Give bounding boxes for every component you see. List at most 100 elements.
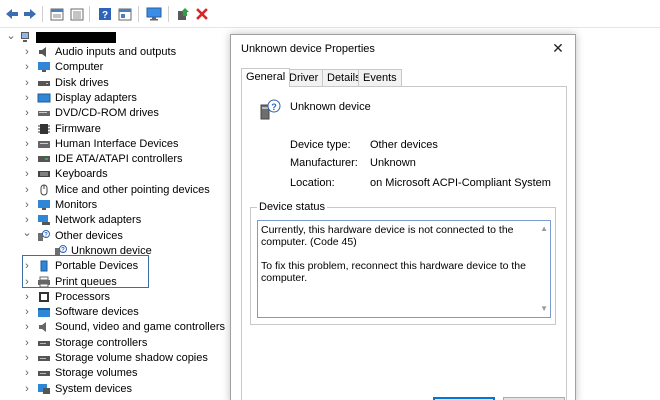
computer-icon <box>20 31 34 43</box>
chevron-right-icon[interactable]: › <box>22 60 32 75</box>
tree-item-label: Computer <box>55 61 104 73</box>
tree-item-label: Storage volumes <box>55 367 138 379</box>
tree-item[interactable]: › Mice and other pointing devices <box>0 183 232 198</box>
location-value: on Microsoft ACPI-Compliant System <box>370 177 551 189</box>
tree-item-label: Network adapters <box>55 214 142 226</box>
help-icon[interactable]: ? <box>97 6 113 22</box>
chevron-right-icon[interactable]: › <box>22 137 32 152</box>
update-driver-icon[interactable] <box>175 6 191 22</box>
system-icon <box>37 383 51 395</box>
close-icon[interactable]: ✕ <box>549 39 567 57</box>
chevron-right-icon[interactable]: › <box>22 106 32 121</box>
tree-item[interactable]: › Display adapters <box>0 91 232 106</box>
chevron-right-icon[interactable]: › <box>22 305 32 320</box>
manufacturer-label: Manufacturer: <box>290 157 358 169</box>
chevron-right-icon[interactable]: › <box>22 76 32 91</box>
tab-general[interactable]: General <box>241 68 291 87</box>
monitor-icon[interactable] <box>146 6 162 22</box>
tree-item-label: Monitors <box>55 199 98 211</box>
tree-item[interactable]: › Sound, video and game controllers <box>0 320 232 335</box>
tree-item-label: Software devices <box>55 306 139 318</box>
tree-item-label: System devices <box>55 383 133 395</box>
tree-item[interactable]: › Processors <box>0 290 232 305</box>
scroll-up-icon[interactable]: ▲ <box>540 223 548 235</box>
svg-text:?: ? <box>44 233 48 239</box>
tree-item[interactable]: › Storage volumes <box>0 366 232 381</box>
chevron-right-icon[interactable]: › <box>22 122 32 137</box>
tree-item[interactable]: ⌄? Other devices <box>0 226 232 244</box>
monitor-icon <box>37 199 51 211</box>
device-status-group: Device status Currently, this hardware d… <box>250 201 556 325</box>
back-icon[interactable] <box>4 6 20 22</box>
computer-icon <box>37 61 51 73</box>
chevron-right-icon[interactable]: › <box>22 198 32 213</box>
device-status-legend: Device status <box>257 201 328 214</box>
chevron-right-icon[interactable]: › <box>22 290 32 305</box>
tree-root[interactable]: ⌄ <box>0 30 120 45</box>
chevron-right-icon[interactable]: › <box>22 45 32 60</box>
action-pane-icon[interactable] <box>117 6 133 22</box>
hid-icon <box>37 138 51 150</box>
properties-icon[interactable] <box>49 6 65 22</box>
storage-icon <box>37 352 51 364</box>
chevron-right-icon[interactable]: › <box>22 366 32 381</box>
toolbar-separator <box>42 6 43 22</box>
uninstall-icon[interactable] <box>194 6 210 22</box>
tree-item-label: Keyboards <box>55 168 108 180</box>
tree-item[interactable]: › Keyboards <box>0 167 232 182</box>
tree-item-label: Disk drives <box>55 77 109 89</box>
tree-item[interactable]: › Audio inputs and outputs <box>0 45 232 60</box>
tree-item[interactable]: › Human Interface Devices <box>0 137 232 152</box>
tree-item[interactable]: › Software devices <box>0 305 232 320</box>
tree-item[interactable]: › Network adapters <box>0 213 232 228</box>
svg-text:?: ? <box>102 10 108 21</box>
chevron-right-icon[interactable]: › <box>22 351 32 366</box>
chevron-down-icon[interactable]: ⌄ <box>22 226 32 241</box>
tree-item[interactable]: › Monitors <box>0 198 232 213</box>
chevron-right-icon[interactable]: › <box>22 336 32 351</box>
tree-item[interactable]: › IDE ATA/ATAPI controllers <box>0 152 232 167</box>
toolbar: ? <box>0 0 660 28</box>
chevron-right-icon[interactable]: › <box>22 91 32 106</box>
dialog-title: Unknown device Properties <box>241 43 375 55</box>
device-name: Unknown device <box>290 101 371 113</box>
toolbar-separator <box>138 6 139 22</box>
tree-item[interactable]: › Storage volume shadow copies <box>0 351 232 366</box>
speaker-icon <box>37 46 51 58</box>
tree-item[interactable]: › Storage controllers <box>0 336 232 351</box>
tree-item-label: Mice and other pointing devices <box>55 184 210 196</box>
chevron-right-icon[interactable]: › <box>22 382 32 397</box>
tree-item[interactable]: › Firmware <box>0 122 232 137</box>
status-message: Currently, this hardware device is not c… <box>261 224 514 248</box>
general-tab-pane: ? Unknown device Device type: Other devi… <box>241 86 567 400</box>
chevron-right-icon[interactable]: › <box>22 167 32 182</box>
tree-item-label: IDE ATA/ATAPI controllers <box>55 153 183 165</box>
tree-item-label: DVD/CD-ROM drives <box>55 107 159 119</box>
display-icon <box>37 92 51 104</box>
device-type-value: Other devices <box>370 139 438 151</box>
svg-text:?: ? <box>271 102 277 112</box>
disk-icon <box>37 77 51 89</box>
selected-category-outline <box>22 255 149 288</box>
chevron-right-icon[interactable]: › <box>22 152 32 167</box>
sound-icon <box>37 321 51 333</box>
chevron-right-icon[interactable]: › <box>22 183 32 198</box>
toolbar-separator <box>89 6 90 22</box>
tree-item[interactable]: › Computer <box>0 60 232 75</box>
redacted-computer-name <box>36 32 116 43</box>
dvd-icon <box>37 107 51 119</box>
show-hidden-icon[interactable] <box>69 6 85 22</box>
mouse-icon <box>37 184 51 196</box>
software-icon <box>37 306 51 318</box>
tree-item-label: Firmware <box>55 123 101 135</box>
forward-icon[interactable] <box>22 6 38 22</box>
tab-events[interactable]: Events <box>358 69 402 86</box>
tree-item[interactable]: › System devices <box>0 382 232 397</box>
chevron-right-icon[interactable]: › <box>22 320 32 335</box>
chevron-down-icon[interactable]: ⌄ <box>6 29 16 44</box>
device-status-textbox[interactable]: Currently, this hardware device is not c… <box>257 220 551 318</box>
tree-item[interactable]: › DVD/CD-ROM drives <box>0 106 232 121</box>
tree-item[interactable]: › Disk drives <box>0 76 232 91</box>
scroll-down-icon[interactable]: ▼ <box>540 303 548 315</box>
ide-icon <box>37 153 51 165</box>
